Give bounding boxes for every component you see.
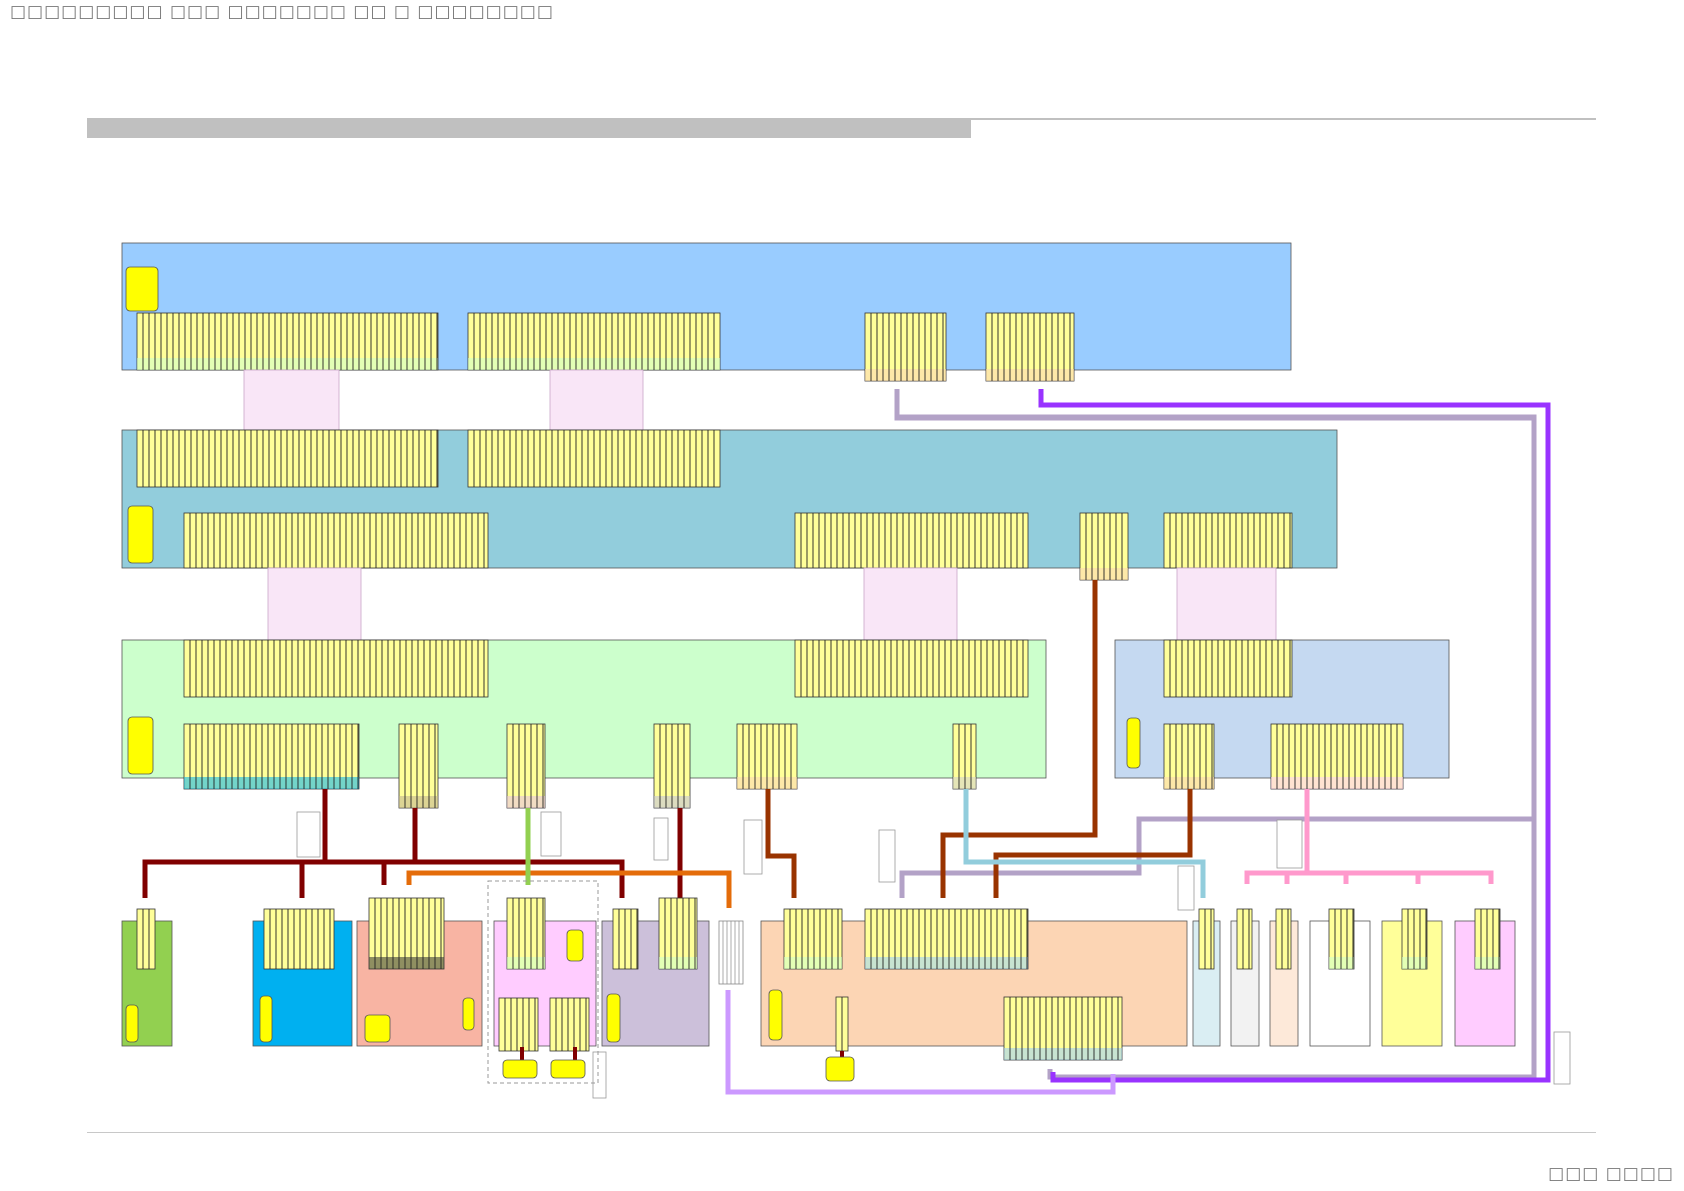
board-lower-left-connector-6 — [653, 723, 691, 809]
interboard-link-1 — [243, 369, 340, 431]
interboard-link-2 — [549, 369, 644, 431]
module-blue-connector — [263, 908, 335, 970]
board-middle-connector-5 — [1079, 512, 1129, 581]
module-green-connector — [136, 908, 156, 970]
board-lower-right-connector-1 — [1163, 639, 1293, 698]
board-middle-connector-6 — [1163, 512, 1293, 569]
board-lower-left-connector-7 — [736, 723, 798, 790]
callout-tag-2 — [540, 811, 562, 857]
board-middle-chip — [127, 505, 154, 564]
interboard-link-3 — [267, 567, 362, 641]
module-salmon-connector — [368, 897, 445, 970]
module-green-chip — [125, 1004, 139, 1043]
board-lower-left-connector-3 — [183, 723, 360, 790]
callout-tag-7 — [1177, 865, 1195, 911]
module-lightpeach-connector — [1275, 908, 1292, 970]
cable-lightblue — [963, 789, 1206, 898]
board-lower-right-chip — [1126, 717, 1141, 769]
module-pink-chip — [566, 929, 584, 962]
module-lightgray-connector — [1236, 908, 1253, 970]
module-lightcyan-connector — [1198, 908, 1215, 970]
board-top-chip — [125, 266, 159, 312]
module-blue-chip — [259, 995, 273, 1043]
module-peach-connector-4 — [835, 996, 849, 1052]
module-peach-connector-2 — [864, 908, 1029, 970]
board-top-connector-3 — [864, 312, 947, 382]
interboard-link-4 — [863, 567, 958, 641]
board-middle-connector-2 — [467, 429, 721, 488]
board-lower-left-connector-2 — [794, 639, 1029, 698]
module-peach-chip-2 — [825, 1056, 855, 1082]
module-lavender-chip — [606, 993, 621, 1043]
board-top-connector-4 — [985, 312, 1075, 382]
board-lower-left-chip — [127, 716, 154, 775]
board-middle-connector-3 — [183, 512, 489, 569]
board-middle-connector-4 — [794, 512, 1029, 569]
interboard-link-5 — [1176, 567, 1277, 641]
module-peach-connector-3 — [1003, 996, 1123, 1061]
callout-tag-5 — [878, 829, 896, 883]
module-yellow-connector — [1401, 908, 1428, 970]
callout-tag-4 — [743, 819, 763, 875]
callout-tag-9 — [1553, 1031, 1571, 1085]
board-lower-right-connector-2 — [1163, 723, 1215, 790]
board-lower-left-connector-5 — [506, 723, 546, 809]
module-pink-connector-3 — [549, 997, 590, 1052]
module-pink-chip-2 — [502, 1059, 538, 1079]
module-lavender-connector-1 — [612, 908, 639, 970]
board-middle-connector-1 — [136, 429, 439, 488]
module-pink-connector-2 — [498, 997, 539, 1052]
module-lavender-connector-2 — [658, 897, 698, 970]
board-lower-left-connector-1 — [183, 639, 489, 698]
module-pink-chip-3 — [550, 1059, 586, 1079]
module-peach-chip-1 — [768, 989, 783, 1041]
system-block-diagram — [121, 242, 1571, 1099]
cable-pink-branch — [1244, 870, 1494, 884]
callout-tag-8 — [592, 1051, 607, 1099]
board-top-connector-2 — [467, 312, 721, 371]
callout-tag-3 — [653, 817, 669, 861]
board-lower-left-connector-8 — [952, 723, 977, 790]
module-pink-connector — [506, 897, 546, 970]
module-peach-connector-1 — [783, 908, 843, 970]
callout-tag-6 — [1276, 819, 1303, 869]
board-lower-right-connector-3 — [1270, 723, 1404, 790]
board-lower-left-connector-4 — [398, 723, 439, 809]
board-top-connector-1 — [136, 312, 439, 371]
module-white-connector — [1328, 908, 1355, 970]
module-salmon-chip-2 — [462, 997, 475, 1031]
callout-tag-1 — [296, 811, 321, 858]
cable-brown-3 — [765, 789, 797, 898]
module-lightpink-connector — [1474, 908, 1501, 970]
module-salmon-chip-1 — [364, 1014, 391, 1043]
